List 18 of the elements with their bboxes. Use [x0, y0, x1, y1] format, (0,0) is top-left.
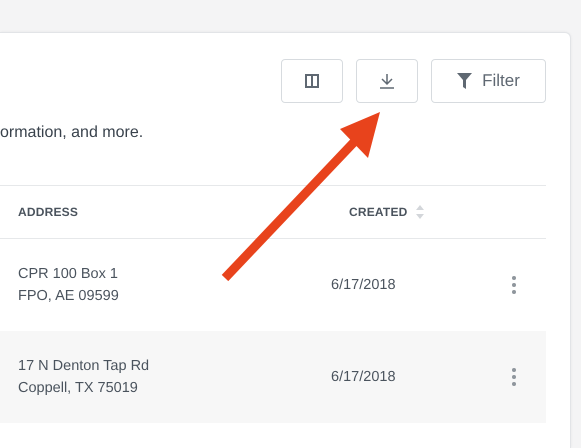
columns-icon	[305, 74, 319, 88]
download-icon	[379, 73, 395, 89]
filter-button[interactable]: Filter	[431, 59, 546, 103]
sort-icon[interactable]	[416, 205, 424, 219]
table-row[interactable]: CPR 100 Box 1 FPO, AE 09599 6/17/2018	[0, 239, 546, 331]
more-menu-button[interactable]	[512, 368, 516, 386]
filter-icon	[457, 73, 472, 89]
description-text: ormation, and more.	[0, 123, 144, 143]
created-cell-text: 6/17/2018	[331, 277, 397, 293]
more-menu-button[interactable]	[512, 276, 516, 294]
column-header: ADDRESS	[18, 205, 78, 219]
address-cell-text: CPR 100 Box 1 FPO, AE 09599	[17, 265, 120, 306]
columns-button[interactable]	[281, 59, 343, 103]
download-button[interactable]	[356, 59, 418, 103]
address-cell-text: 17 N Denton Tap Rd Coppell, TX 75019	[17, 357, 150, 398]
table-row[interactable]: 17 N Denton Tap Rd Coppell, TX 75019 6/17/2018	[0, 331, 546, 423]
column-header[interactable]: CREATED	[349, 205, 408, 219]
created-cell-text: 6/17/2018	[331, 369, 397, 385]
